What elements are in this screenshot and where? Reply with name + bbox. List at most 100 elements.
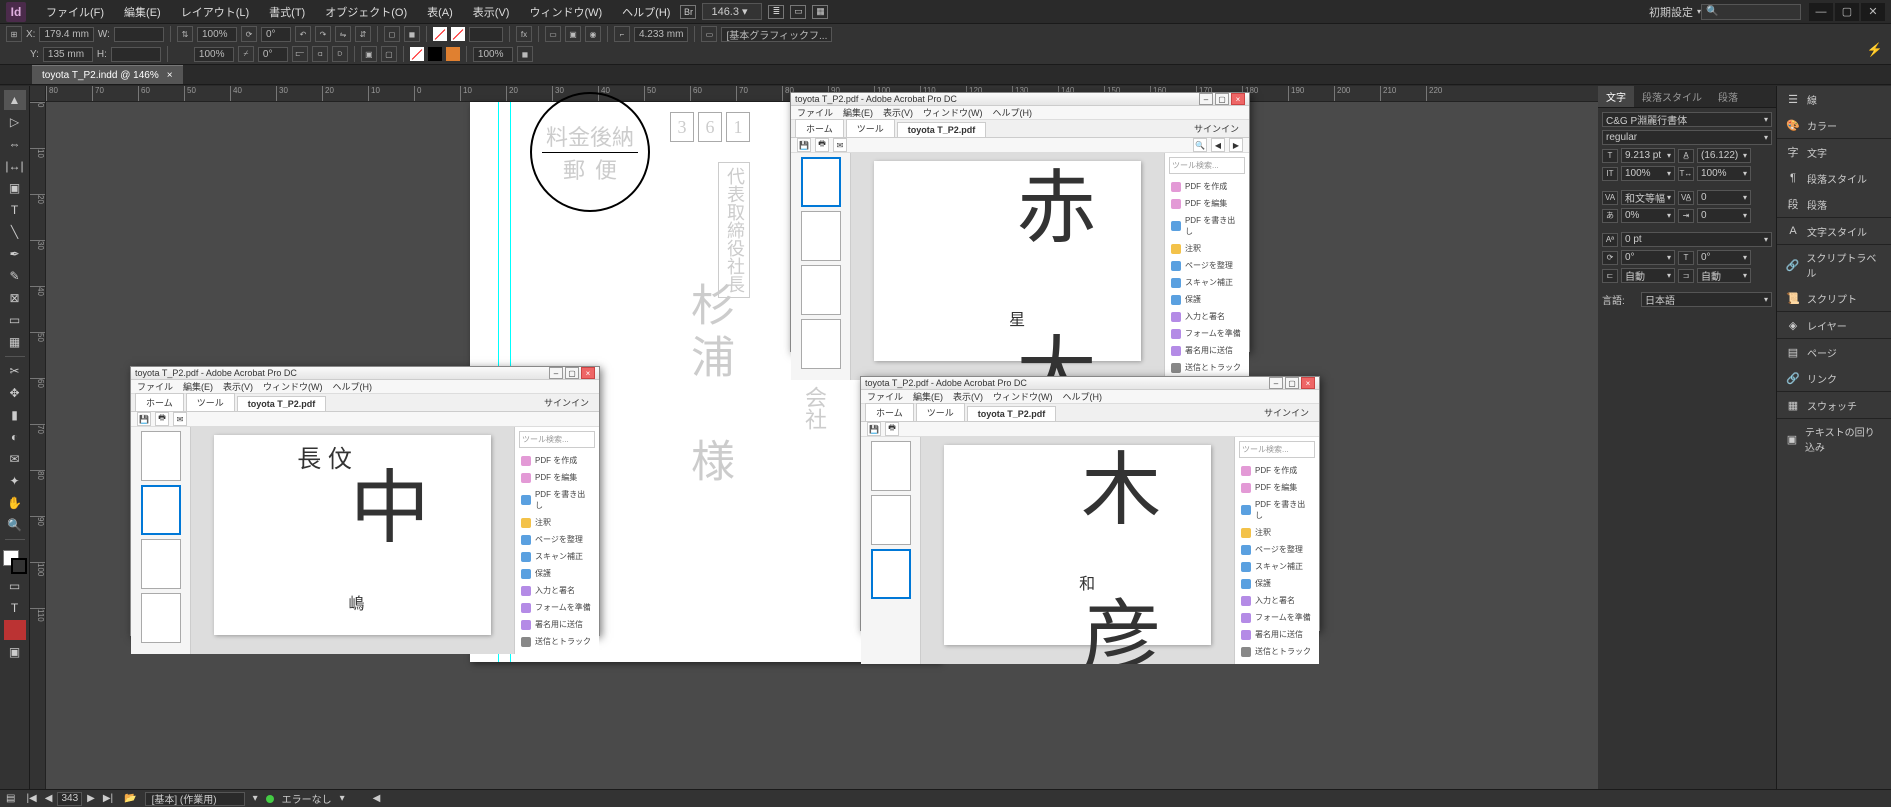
acro-menu-item[interactable]: 編集(E) (183, 380, 213, 393)
font-style-field[interactable]: regular (1602, 130, 1772, 145)
menu-window[interactable]: ウィンドウ(W) (519, 0, 612, 24)
acro-tab[interactable]: ツール (186, 393, 235, 411)
language-field[interactable]: 日本語 (1641, 292, 1772, 307)
scale-y-field[interactable]: 100% (194, 47, 234, 62)
leading-field[interactable]: (16.122) (1697, 148, 1751, 163)
tracking-field[interactable]: 0 (1697, 190, 1751, 205)
acro-tool-button[interactable]: ページを整理 (1239, 541, 1315, 558)
reference-point-icon[interactable]: ⊞ (6, 26, 22, 42)
text-wrap-none-icon[interactable]: ▭ (545, 26, 561, 42)
acro-menu-item[interactable]: ヘルプ(H) (1063, 390, 1103, 403)
acro-close[interactable]: × (1231, 93, 1245, 105)
screen-mode-icon[interactable]: ▭ (790, 5, 806, 19)
opacity-field[interactable]: 100% (473, 47, 513, 62)
fill-swatch-2[interactable] (410, 47, 424, 61)
save-icon[interactable]: 💾 (137, 412, 151, 426)
panel-dock-item[interactable]: ¶段落スタイル (1777, 165, 1891, 191)
text-wrap-bbox-icon[interactable]: ▣ (565, 26, 581, 42)
acro-tool-button[interactable]: 署名用に送信 (1169, 342, 1245, 359)
panel-dock-item[interactable]: 🔗リンク (1777, 365, 1891, 391)
acro-tool-button[interactable]: 送信とトラック (519, 633, 595, 650)
acro-menu-item[interactable]: ウィンドウ(W) (993, 390, 1053, 403)
skew-field[interactable]: 0° (1697, 250, 1751, 265)
table-rect-tool[interactable]: ▦ (4, 332, 26, 352)
ruler-origin[interactable] (30, 86, 46, 102)
canvas[interactable]: 8070605040302010010203040506070809010011… (30, 86, 1598, 789)
free-transform-tool[interactable]: ✥ (4, 383, 26, 403)
layout-icon[interactable]: ▤ (6, 793, 15, 804)
mail-icon[interactable]: ✉ (173, 412, 187, 426)
acro-document-view[interactable]: 長 伩 中 嶋 (191, 427, 514, 654)
acro-tool-button[interactable]: 注釈 (1239, 524, 1315, 541)
menu-layout[interactable]: レイアウト(L) (171, 0, 259, 24)
menu-table[interactable]: 表(A) (417, 0, 463, 24)
acro-min[interactable]: – (1199, 93, 1213, 105)
corner-options-icon[interactable]: ⌐ (614, 26, 630, 42)
acro-tool-button[interactable]: 入力と署名 (519, 582, 595, 599)
stroke-swatch-2[interactable] (428, 47, 442, 61)
gap-swatch[interactable] (446, 47, 460, 61)
acro-tab[interactable]: ホーム (795, 119, 844, 137)
drop-shadow-icon[interactable]: ◼ (517, 46, 533, 62)
acro-signin[interactable]: サインイン (1258, 404, 1315, 421)
y-field[interactable]: 135 mm (43, 47, 93, 62)
thumbnail[interactable] (871, 495, 911, 545)
rotate-ccw-icon[interactable]: ↶ (295, 26, 311, 42)
pen-tool[interactable]: ✒ (4, 244, 26, 264)
acro-menu-item[interactable]: 編集(E) (843, 106, 873, 119)
vscale-field[interactable]: 100% (1621, 166, 1675, 181)
menu-edit[interactable]: 編集(E) (114, 0, 171, 24)
eyedropper-tool[interactable]: ✦ (4, 471, 26, 491)
acro-tool-search[interactable]: ツール検索... (1239, 441, 1315, 458)
acro-tool-button[interactable]: 入力と署名 (1169, 308, 1245, 325)
document-tab-close[interactable]: × (167, 70, 173, 81)
selection-tool[interactable]: ▲ (4, 90, 26, 110)
flip-h-icon[interactable]: ⇋ (335, 26, 351, 42)
panel-dock-item[interactable]: 📜スクリプト (1777, 285, 1891, 311)
acro-tool-button[interactable]: 署名用に送信 (1239, 626, 1315, 643)
acro-tab[interactable]: toyota T_P2.pdf (967, 406, 1057, 421)
acro-tool-button[interactable]: PDF を作成 (1169, 178, 1245, 195)
first-page-button[interactable]: |◀ (23, 793, 39, 804)
akigumi-field[interactable]: 0 (1697, 208, 1751, 223)
acro-tool-button[interactable]: 保護 (1239, 575, 1315, 592)
auto1-field[interactable]: 自動 (1621, 268, 1675, 283)
panel-tab-paragraph[interactable]: 段落 (1710, 86, 1746, 107)
acro-menu-item[interactable]: ファイル (797, 106, 833, 119)
print-icon[interactable]: 🖶 (885, 422, 899, 436)
acro-tool-button[interactable]: 送信とトラック (1169, 359, 1245, 376)
panel-tab-character[interactable]: 文字 (1598, 86, 1634, 107)
char-rotate-field[interactable]: 0° (1621, 250, 1675, 265)
formatting-text-icon[interactable]: T (4, 598, 26, 618)
acro-max[interactable]: ▢ (1215, 93, 1229, 105)
rectangle-frame-tool[interactable]: ⊠ (4, 288, 26, 308)
vertical-ruler[interactable]: 0102030405060708090100110 (30, 102, 46, 789)
zoom-tool[interactable]: 🔍 (4, 515, 26, 535)
view-options-icon[interactable]: ≣ (768, 5, 784, 19)
thumbnail[interactable] (801, 319, 841, 369)
content-collector-tool[interactable]: ▣ (4, 178, 26, 198)
preflight-text[interactable]: エラーなし (282, 791, 332, 806)
acro-menu-item[interactable]: ウィンドウ(W) (263, 380, 323, 393)
object-style-field[interactable]: [基本グラフィックフ... (721, 27, 832, 42)
window-close[interactable]: ✕ (1861, 3, 1885, 21)
stroke-weight-field[interactable] (469, 27, 503, 42)
acro-min[interactable]: – (1269, 377, 1283, 389)
thumbnail[interactable] (801, 157, 841, 207)
acro-min[interactable]: – (549, 367, 563, 379)
select-content-icon[interactable]: ◼ (404, 26, 420, 42)
thumbnail[interactable] (141, 431, 181, 481)
acro-tool-button[interactable]: 注釈 (519, 514, 595, 531)
w-field[interactable] (114, 27, 164, 42)
acro-tools-pane[interactable]: ツール検索...PDF を作成PDF を編集PDF を書き出し注釈ページを整理ス… (514, 427, 599, 654)
text-wrap-shape-icon[interactable]: ◉ (585, 26, 601, 42)
kerning-field[interactable]: 和文等幅 (1621, 190, 1675, 205)
rotate-icon[interactable]: ⟳ (241, 26, 257, 42)
pencil-tool[interactable]: ✎ (4, 266, 26, 286)
mail-icon[interactable]: ✉ (833, 138, 847, 152)
acrobat-window-1[interactable]: toyota T_P2.pdf - Adobe Acrobat Pro DC –… (790, 92, 1250, 352)
menu-object[interactable]: オブジェクト(O) (315, 0, 417, 24)
last-page-button[interactable]: ▶| (100, 793, 116, 804)
acro-tool-button[interactable]: ページを整理 (519, 531, 595, 548)
page-tool[interactable]: ⇔ (4, 134, 26, 154)
